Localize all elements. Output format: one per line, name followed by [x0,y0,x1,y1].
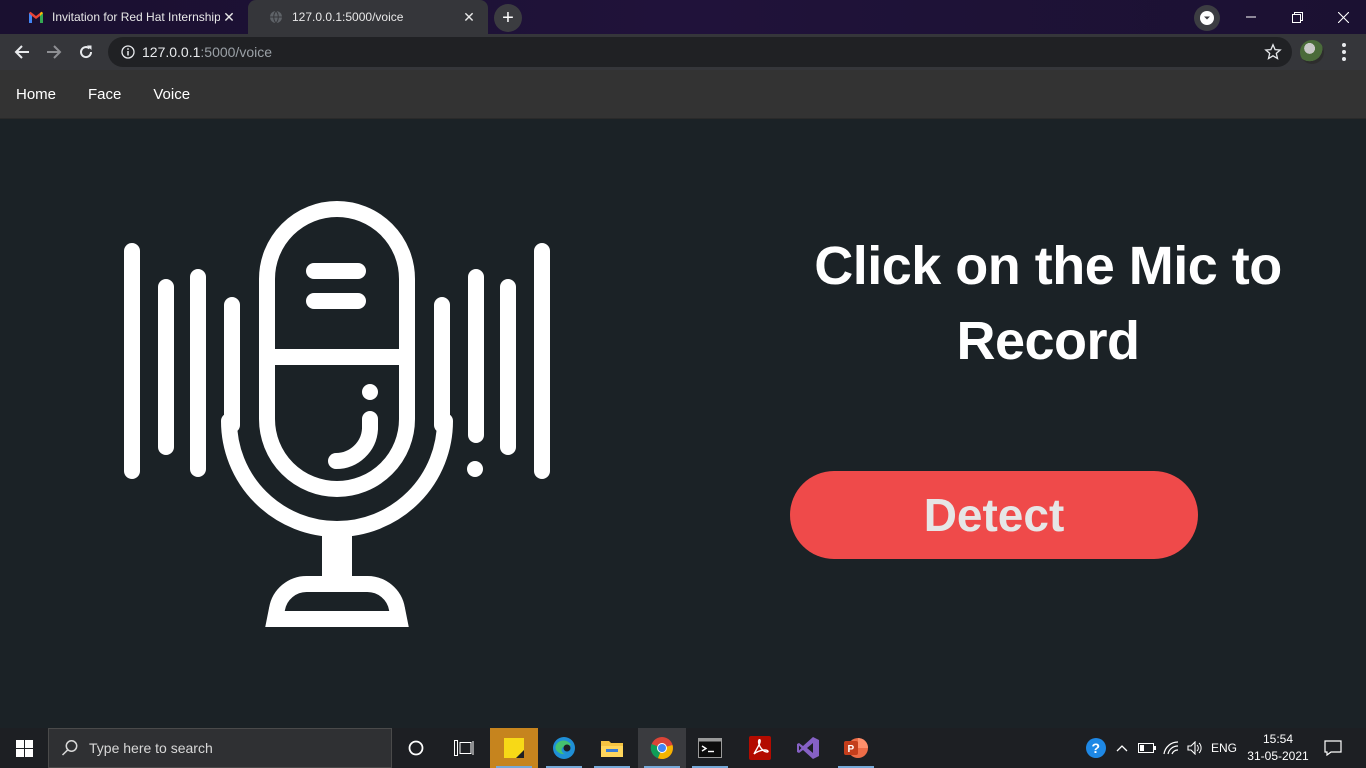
close-icon [1337,11,1349,23]
svg-text:?: ? [1092,740,1101,756]
windows-logo-icon [15,739,33,757]
reload-button[interactable] [72,38,100,66]
microphone-icon[interactable] [112,199,562,629]
url-host: 127.0.0.1 [142,44,201,60]
browser-tab-strip: Invitation for Red Hat Internship ✕ 127.… [0,0,1366,34]
page-headline: Click on the Mic to Record [814,236,1282,371]
notification-center-button[interactable] [1318,728,1348,768]
nav-home-link[interactable]: Home [16,86,56,103]
gmail-icon [28,9,44,25]
reload-icon [80,45,93,59]
address-bar[interactable]: 127.0.0.1:5000/voice [108,37,1292,67]
taskbar-clock[interactable]: 15:54 31-05-2021 [1244,731,1312,765]
start-button[interactable] [0,728,48,768]
chevron-up-icon[interactable] [1112,728,1132,768]
help-icon[interactable]: ? [1082,728,1110,768]
windows-taskbar: Type here to search P ? ENG 15:54 31-05-… [0,728,1366,768]
close-tab-icon[interactable]: ✕ [460,8,478,26]
nav-face-link[interactable]: Face [88,86,121,103]
tab-voice[interactable]: 127.0.0.1:5000/voice ✕ [248,0,488,34]
arrow-left-icon [14,45,29,59]
sticky-notes-icon[interactable] [490,728,538,768]
back-button[interactable] [8,38,36,66]
url-text: 127.0.0.1:5000/voice [142,44,272,60]
notification-icon [1324,740,1342,756]
profile-avatar[interactable] [1300,40,1324,64]
globe-icon [268,9,284,25]
task-view-icon[interactable] [440,728,488,768]
new-tab-button[interactable]: + [494,4,522,32]
file-explorer-icon[interactable] [588,728,636,768]
chrome-icon[interactable] [638,728,686,768]
edge-icon[interactable] [540,728,588,768]
svg-text:P: P [848,744,855,755]
chevron-down-icon [1200,11,1214,25]
taskbar-search-box[interactable]: Type here to search [48,728,392,768]
forward-button[interactable] [40,38,68,66]
tab-search-button[interactable] [1194,5,1220,31]
restore-icon [1291,11,1303,23]
site-info-icon[interactable] [120,44,136,60]
site-navbar: Home Face Voice [0,70,1366,119]
acrobat-icon[interactable] [736,728,784,768]
terminal-icon[interactable] [686,728,734,768]
close-tab-icon[interactable]: ✕ [220,8,238,26]
detect-button[interactable]: Detect [790,471,1198,559]
search-icon [61,740,78,756]
close-window-button[interactable] [1320,0,1366,34]
url-path: :5000/voice [200,44,272,60]
battery-icon[interactable] [1136,728,1158,768]
language-indicator[interactable]: ENG [1208,728,1240,768]
powerpoint-icon[interactable]: P [832,728,880,768]
search-placeholder: Type here to search [89,740,213,756]
main-content: Click on the Mic to Record Detect [0,119,1366,728]
bookmark-star-icon[interactable] [1264,43,1282,61]
browser-toolbar: 127.0.0.1:5000/voice [0,34,1366,70]
browser-menu-icon[interactable] [1334,40,1354,64]
tab-title: 127.0.0.1:5000/voice [292,10,404,24]
visual-studio-icon[interactable] [784,728,832,768]
tab-gmail[interactable]: Invitation for Red Hat Internship ✕ [8,0,248,34]
tab-title: Invitation for Red Hat Internship [52,10,220,24]
clock-time: 15:54 [1262,732,1294,746]
clock-date: 31-05-2021 [1247,749,1309,763]
nav-voice-link[interactable]: Voice [153,86,190,103]
cortana-icon[interactable] [392,728,440,768]
minimize-icon [1246,16,1256,18]
minimize-button[interactable] [1228,0,1274,34]
volume-icon[interactable] [1184,728,1206,768]
wifi-icon[interactable] [1160,728,1182,768]
arrow-right-icon [47,45,62,59]
restore-button[interactable] [1274,0,1320,34]
